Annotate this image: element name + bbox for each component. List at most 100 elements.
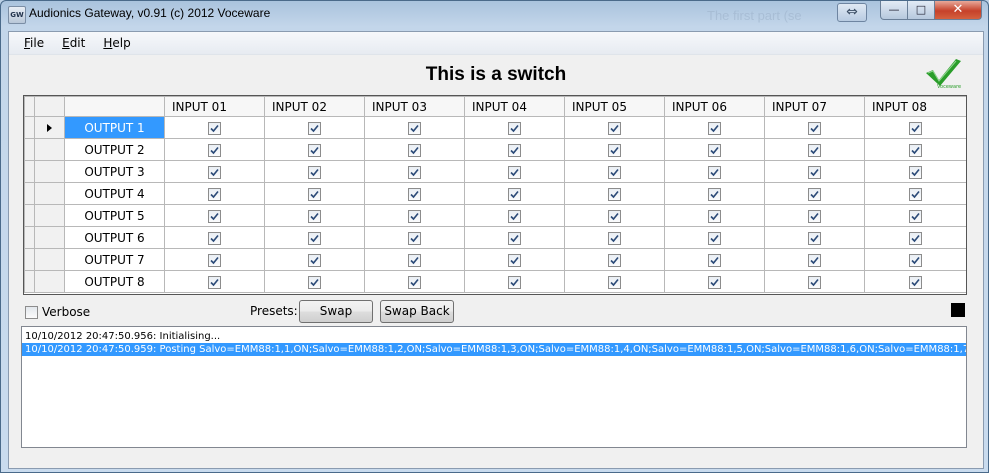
column-header-input-2[interactable]: INPUT 02 <box>264 96 365 117</box>
routing-checkbox[interactable] <box>208 209 221 223</box>
routing-checkbox[interactable] <box>408 121 421 135</box>
routing-checkbox[interactable] <box>208 231 221 245</box>
row-header[interactable] <box>34 116 65 139</box>
log-entry[interactable]: 10/10/2012 20:47:50.956: Initialising... <box>22 330 966 343</box>
row-indicator[interactable] <box>24 204 35 227</box>
output-label-cell[interactable]: OUTPUT 4 <box>64 182 165 205</box>
routing-checkbox[interactable] <box>708 187 721 201</box>
routing-checkbox[interactable] <box>308 143 321 157</box>
routing-checkbox[interactable] <box>508 143 521 157</box>
routing-checkbox[interactable] <box>508 121 521 135</box>
column-header-input-6[interactable]: INPUT 06 <box>664 96 765 117</box>
routing-checkbox[interactable] <box>408 143 421 157</box>
row-indicator[interactable] <box>24 116 35 139</box>
log-entry[interactable]: 10/10/2012 20:47:50.959: Posting Salvo=E… <box>22 343 966 356</box>
row-indicator[interactable] <box>24 270 35 293</box>
routing-checkbox[interactable] <box>608 209 621 223</box>
routing-checkbox[interactable] <box>708 231 721 245</box>
routing-checkbox[interactable] <box>508 275 521 289</box>
routing-checkbox[interactable] <box>208 143 221 157</box>
row-header[interactable] <box>34 160 65 183</box>
routing-checkbox[interactable] <box>708 253 721 267</box>
routing-checkbox[interactable] <box>508 187 521 201</box>
row-header[interactable] <box>34 138 65 161</box>
routing-checkbox[interactable] <box>808 165 821 179</box>
routing-checkbox[interactable] <box>508 209 521 223</box>
verbose-checkbox[interactable] <box>25 306 38 319</box>
menu-help[interactable]: Help <box>94 36 139 50</box>
routing-checkbox[interactable] <box>909 143 922 157</box>
menu-file[interactable]: File <box>9 36 53 50</box>
routing-checkbox[interactable] <box>308 253 321 267</box>
routing-checkbox[interactable] <box>308 187 321 201</box>
routing-checkbox[interactable] <box>208 275 221 289</box>
output-label-cell[interactable]: OUTPUT 3 <box>64 160 165 183</box>
column-header-input-8[interactable]: INPUT 08 <box>864 96 966 117</box>
routing-checkbox[interactable] <box>608 231 621 245</box>
column-header-input-1[interactable]: INPUT 01 <box>164 96 265 117</box>
routing-checkbox[interactable] <box>808 209 821 223</box>
output-label-cell[interactable]: OUTPUT 1 <box>64 116 165 139</box>
routing-checkbox[interactable] <box>909 187 922 201</box>
swap-back-button[interactable]: Swap Back <box>380 300 454 323</box>
close-button[interactable]: ✕ <box>935 1 982 20</box>
routing-checkbox[interactable] <box>208 187 221 201</box>
routing-checkbox[interactable] <box>308 165 321 179</box>
output-label-cell[interactable]: OUTPUT 2 <box>64 138 165 161</box>
routing-checkbox[interactable] <box>208 121 221 135</box>
output-label-cell[interactable]: OUTPUT 7 <box>64 248 165 271</box>
row-indicator[interactable] <box>24 248 35 271</box>
column-header-input-5[interactable]: INPUT 05 <box>564 96 665 117</box>
row-header[interactable] <box>34 204 65 227</box>
routing-checkbox[interactable] <box>608 187 621 201</box>
minimize-button[interactable]: — <box>880 1 908 20</box>
routing-checkbox[interactable] <box>608 165 621 179</box>
routing-checkbox[interactable] <box>808 143 821 157</box>
routing-checkbox[interactable] <box>909 231 922 245</box>
menu-edit[interactable]: Edit <box>53 36 94 50</box>
column-header-input-7[interactable]: INPUT 07 <box>764 96 865 117</box>
routing-checkbox[interactable] <box>308 231 321 245</box>
row-indicator[interactable] <box>24 226 35 249</box>
routing-checkbox[interactable] <box>408 209 421 223</box>
maximize-button[interactable]: □ <box>908 1 935 20</box>
routing-checkbox[interactable] <box>308 121 321 135</box>
routing-checkbox[interactable] <box>208 253 221 267</box>
routing-checkbox[interactable] <box>508 231 521 245</box>
routing-checkbox[interactable] <box>808 253 821 267</box>
routing-checkbox[interactable] <box>909 209 922 223</box>
routing-checkbox[interactable] <box>708 121 721 135</box>
routing-checkbox[interactable] <box>408 231 421 245</box>
output-label-cell[interactable]: OUTPUT 8 <box>64 270 165 293</box>
routing-checkbox[interactable] <box>909 253 922 267</box>
output-label-cell[interactable]: OUTPUT 6 <box>64 226 165 249</box>
column-header-input-3[interactable]: INPUT 03 <box>364 96 465 117</box>
row-header[interactable] <box>34 182 65 205</box>
routing-checkbox[interactable] <box>909 121 922 135</box>
routing-checkbox[interactable] <box>408 275 421 289</box>
routing-checkbox[interactable] <box>708 143 721 157</box>
row-indicator[interactable] <box>24 160 35 183</box>
routing-checkbox[interactable] <box>608 253 621 267</box>
routing-checkbox[interactable] <box>408 187 421 201</box>
routing-checkbox[interactable] <box>808 231 821 245</box>
routing-checkbox[interactable] <box>408 165 421 179</box>
routing-checkbox[interactable] <box>909 275 922 289</box>
row-header[interactable] <box>34 226 65 249</box>
routing-checkbox[interactable] <box>708 165 721 179</box>
routing-checkbox[interactable] <box>408 253 421 267</box>
routing-checkbox[interactable] <box>808 275 821 289</box>
swap-button[interactable]: Swap <box>299 300 373 323</box>
routing-checkbox[interactable] <box>308 209 321 223</box>
routing-checkbox[interactable] <box>208 165 221 179</box>
output-label-cell[interactable]: OUTPUT 5 <box>64 204 165 227</box>
title-bar[interactable]: GW Audionics Gateway, v0.91 (c) 2012 Voc… <box>1 1 988 27</box>
routing-checkbox[interactable] <box>508 253 521 267</box>
row-header[interactable] <box>34 270 65 293</box>
routing-checkbox[interactable] <box>608 275 621 289</box>
resize-arrows-icon[interactable]: ⇔ <box>837 3 867 22</box>
routing-checkbox[interactable] <box>708 209 721 223</box>
routing-checkbox[interactable] <box>708 275 721 289</box>
routing-checkbox[interactable] <box>308 275 321 289</box>
routing-checkbox[interactable] <box>608 143 621 157</box>
